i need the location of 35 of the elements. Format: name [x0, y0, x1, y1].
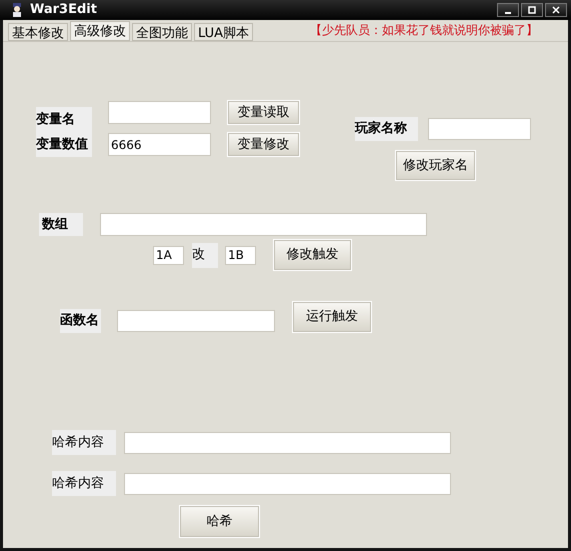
input-field[interactable]	[428, 118, 531, 140]
warning-notice: 【少先队员：如果花了钱就说明你被骗了】	[310, 22, 538, 39]
field-label: 变量名	[36, 107, 92, 132]
tab[interactable]: 基本修改	[8, 23, 68, 41]
input-field[interactable]	[100, 213, 427, 236]
minimize-button[interactable]	[497, 3, 519, 17]
action-button[interactable]: 变量修改	[228, 133, 299, 156]
field-label: 函数名	[60, 309, 101, 333]
action-button[interactable]: 变量读取	[228, 101, 299, 124]
input-field[interactable]	[108, 101, 211, 124]
action-button[interactable]: 修改触发	[274, 240, 351, 270]
app-icon	[10, 3, 24, 17]
input-field[interactable]	[124, 432, 451, 454]
maximize-icon	[528, 6, 536, 14]
input-field[interactable]: 6666	[108, 133, 211, 156]
field-label: 变量数值	[36, 132, 92, 157]
input-field[interactable]	[124, 472, 451, 494]
field-label: 哈希内容	[52, 430, 116, 455]
input-field[interactable]: 1B	[225, 246, 256, 264]
field-label: 哈希内容	[52, 471, 116, 496]
field-label: 数组	[39, 213, 83, 236]
input-field[interactable]: 1A	[153, 246, 184, 264]
close-icon	[552, 6, 560, 14]
input-field[interactable]	[117, 310, 275, 332]
action-button[interactable]: 运行触发	[293, 302, 371, 332]
close-button[interactable]	[545, 3, 567, 17]
window-title: War3Edit	[30, 1, 97, 20]
tab[interactable]: LUA脚本	[194, 23, 254, 41]
field-label: 玩家名称	[355, 117, 418, 141]
maximize-button[interactable]	[521, 3, 543, 17]
tab[interactable]: 全图功能	[132, 23, 192, 41]
field-label: 改	[192, 242, 218, 268]
tab[interactable]: 高级修改	[70, 21, 130, 41]
action-button[interactable]: 哈希	[180, 506, 259, 537]
action-button[interactable]: 修改玩家名	[396, 151, 475, 180]
